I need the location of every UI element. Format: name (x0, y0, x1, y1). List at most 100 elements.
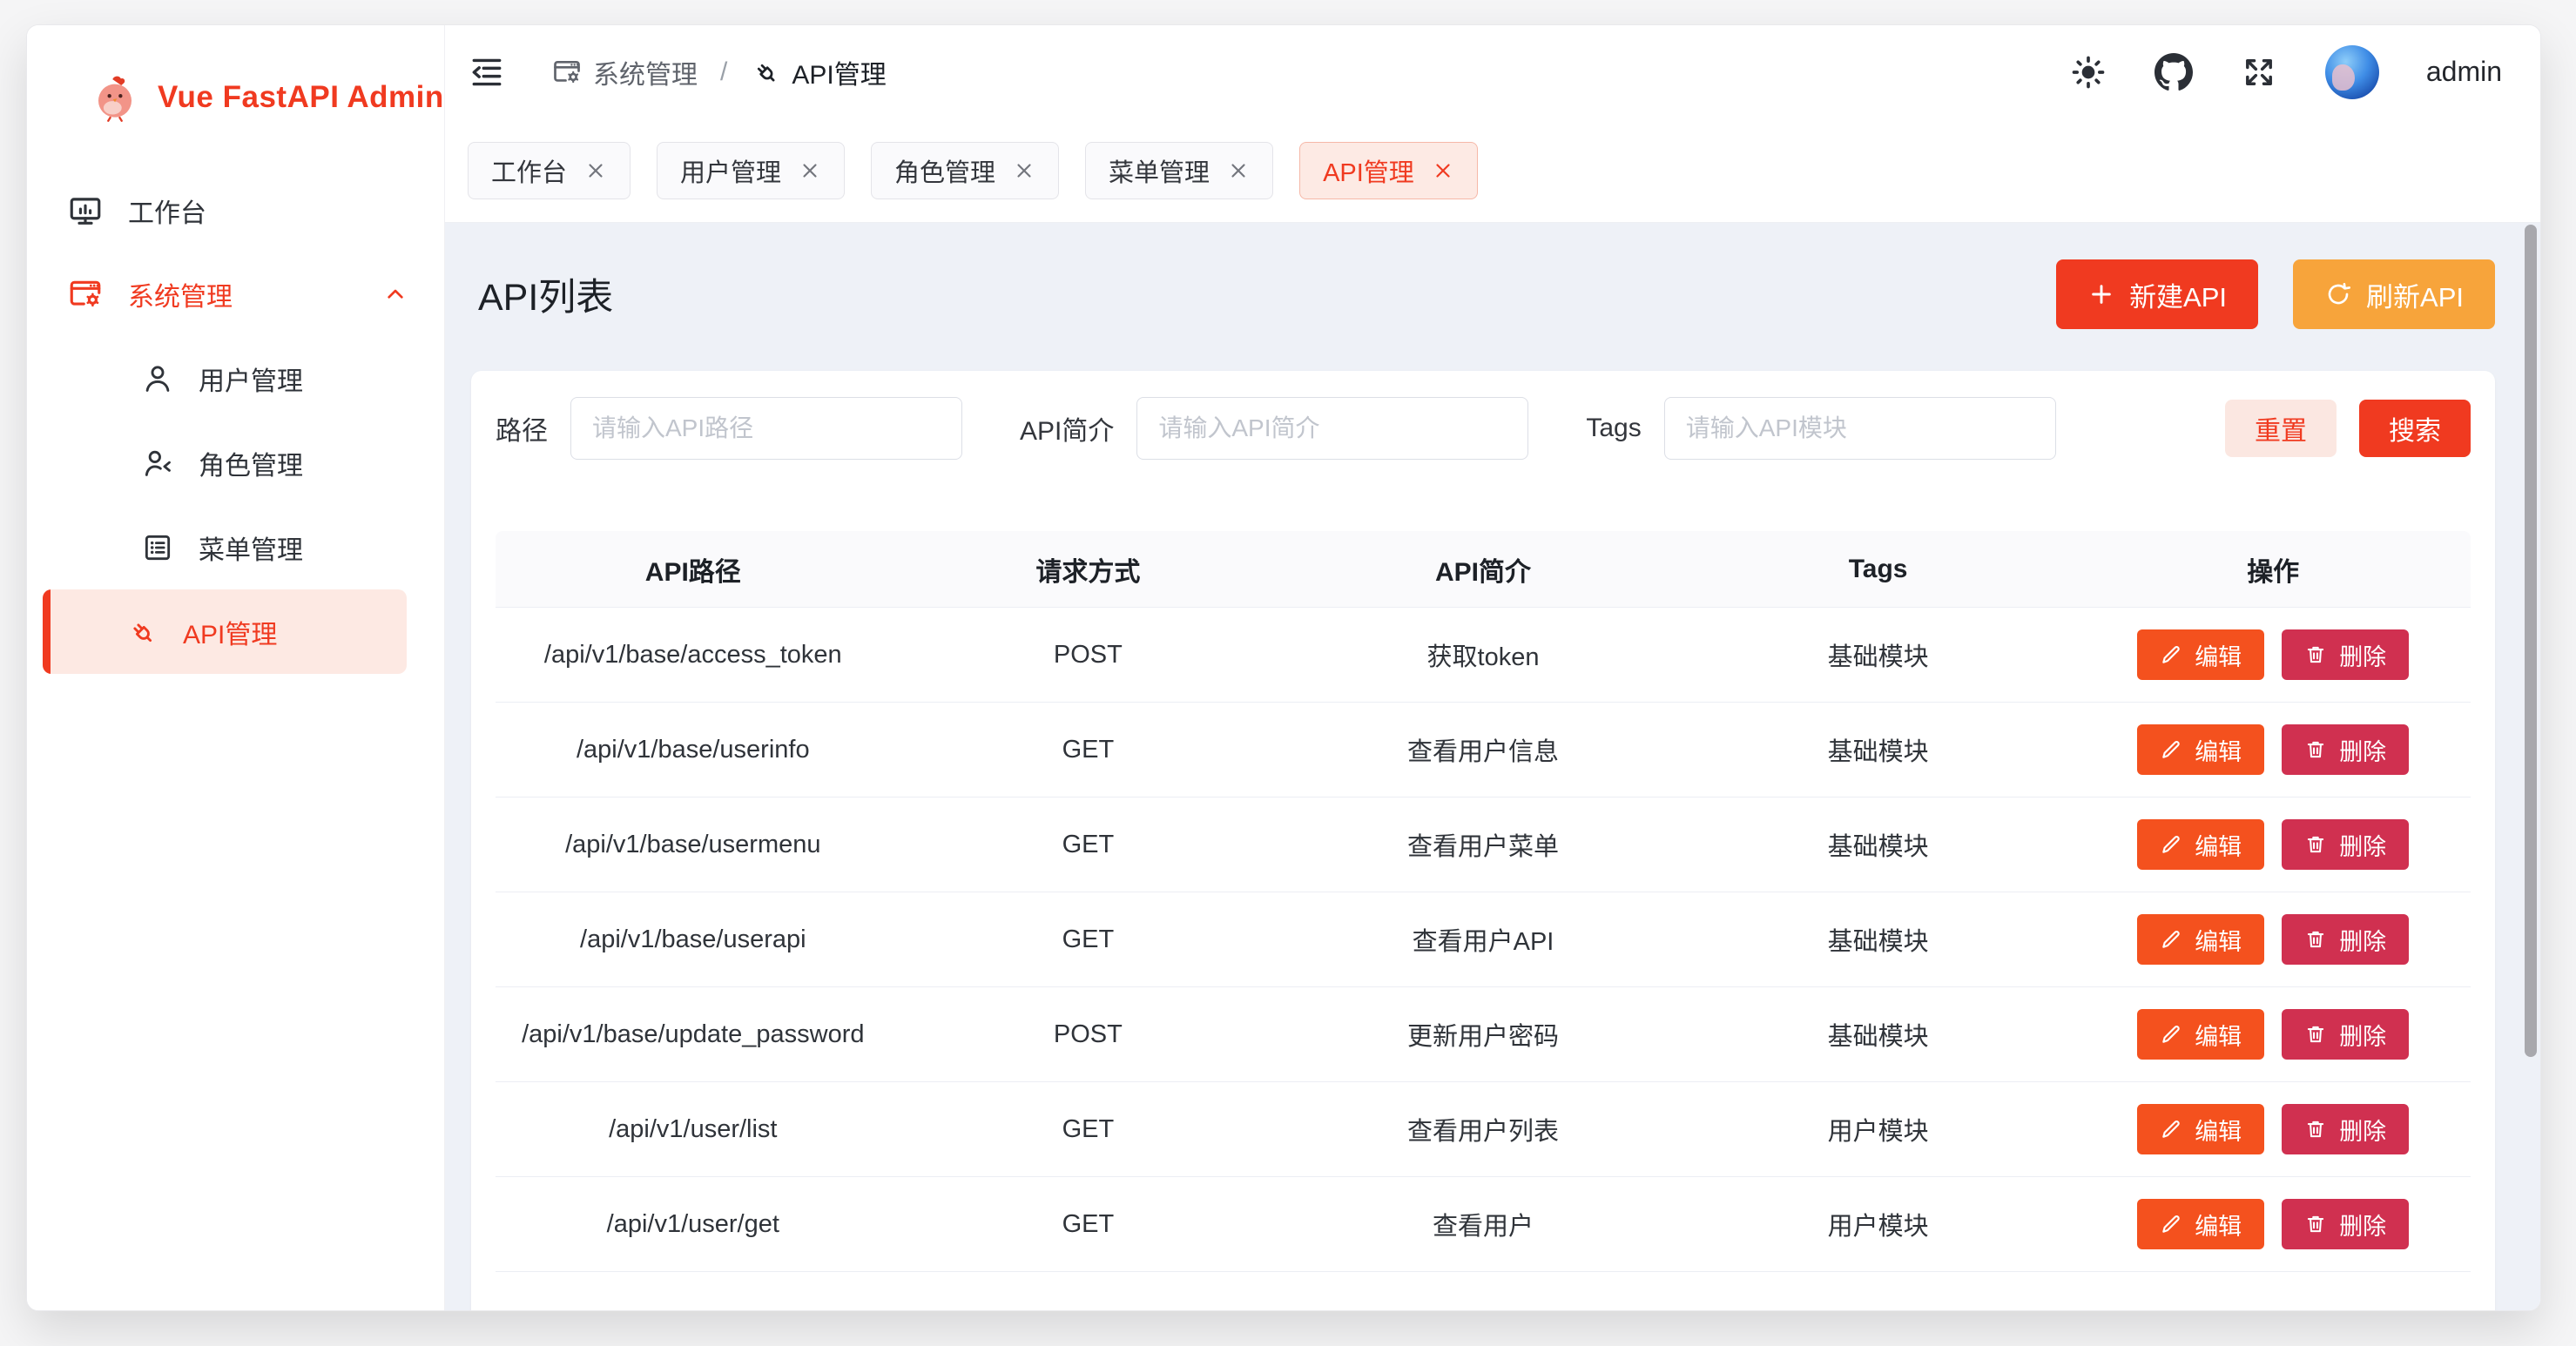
table-row-4: /api/v1/base/update_password POST 更新用户密码… (496, 987, 2471, 1082)
trash-icon (2304, 1023, 2327, 1046)
tab-close-icon[interactable] (799, 159, 821, 182)
delete-button[interactable]: 删除 (2282, 724, 2409, 775)
breadcrumb-system[interactable]: 系统管理 (551, 53, 698, 91)
edit-button[interactable]: 编辑 (2137, 1009, 2264, 1060)
table-header-row: API路径 请求方式 API简介 Tags 操作 (496, 531, 2471, 608)
path-filter-input[interactable] (570, 397, 962, 460)
delete-button[interactable]: 删除 (2282, 1009, 2409, 1060)
sidebar-collapse-icon[interactable] (468, 53, 506, 91)
tab-close-icon[interactable] (1227, 159, 1250, 182)
delete-button[interactable]: 删除 (2282, 1104, 2409, 1154)
pencil-icon (2160, 833, 2182, 856)
breadcrumb: 系统管理 / API管理 (551, 53, 2069, 91)
edit-button[interactable]: 编辑 (2137, 1199, 2264, 1249)
refresh-api-button[interactable]: 刷新API (2293, 259, 2495, 329)
summary-filter-label: API简介 (1020, 409, 1114, 448)
table-row-6: /api/v1/user/get GET 查看用户 用户模块 编辑 (496, 1177, 2471, 1272)
submenu-icon (125, 616, 158, 649)
reset-button[interactable]: 重置 (2225, 400, 2337, 457)
github-icon[interactable] (2155, 53, 2193, 91)
sidebar-subitem-3[interactable]: API管理 (43, 589, 407, 674)
app-window: Vue FastAPI Admin 工作台 系统管理 用户管理 (26, 24, 2541, 1311)
tab-label: 菜单管理 (1109, 152, 1210, 189)
sidebar-subitem-1[interactable]: 角色管理 (43, 421, 407, 505)
tags-filter-input[interactable] (1664, 397, 2056, 460)
table-row-5: /api/v1/user/list GET 查看用户列表 用户模块 编辑 (496, 1082, 2471, 1177)
actions-cell: 编辑 删除 (2075, 892, 2471, 986)
method-cell: GET (891, 1177, 1286, 1271)
tab-close-icon[interactable] (1013, 159, 1035, 182)
sidebar-item-workbench[interactable]: 工作台 (27, 169, 444, 252)
tags-cell: 基础模块 (1681, 703, 2076, 797)
api-path-cell: /api/v1/base/access_token (496, 608, 891, 702)
trash-icon (2304, 1213, 2327, 1235)
tags-filter-label: Tags (1586, 414, 1641, 443)
sidebar-item-label: 工作台 (128, 192, 206, 230)
edit-button[interactable]: 编辑 (2137, 914, 2264, 965)
path-filter-label: 路径 (496, 409, 548, 448)
actions-cell: 编辑 删除 (2075, 703, 2471, 797)
sidebar-submenu: 用户管理 角色管理 菜单管理 API管理 (27, 336, 444, 674)
col-header-tags: Tags (1681, 531, 2076, 607)
fullscreen-icon[interactable] (2240, 53, 2278, 91)
delete-button[interactable]: 删除 (2282, 629, 2409, 680)
method-cell: POST (891, 608, 1286, 702)
search-button[interactable]: 搜索 (2359, 400, 2471, 457)
method-cell: GET (891, 1082, 1286, 1176)
app-title: Vue FastAPI Admin (158, 80, 444, 115)
vertical-scrollbar-thumb[interactable] (2525, 225, 2537, 1057)
submenu-icon (141, 531, 174, 564)
table-row-2: /api/v1/base/usermenu GET 查看用户菜单 基础模块 编辑 (496, 798, 2471, 892)
app-logo[interactable]: Vue FastAPI Admin (27, 25, 444, 169)
api-path-cell: /api/v1/base/update_password (496, 987, 891, 1081)
edit-button[interactable]: 编辑 (2137, 819, 2264, 870)
tags-cell: 基础模块 (1681, 798, 2076, 892)
refresh-icon (2324, 280, 2352, 308)
tab-3[interactable]: 菜单管理 (1085, 142, 1273, 199)
create-api-button[interactable]: 新建API (2056, 259, 2258, 329)
tab-label: 工作台 (491, 152, 567, 189)
trash-icon (2304, 738, 2327, 761)
sidebar-subitem-2[interactable]: 菜单管理 (43, 505, 407, 589)
pencil-icon (2160, 643, 2182, 666)
tags-cell: 基础模块 (1681, 892, 2076, 986)
pencil-icon (2160, 1023, 2182, 1046)
system-icon (67, 276, 104, 313)
delete-button[interactable]: 删除 (2282, 1199, 2409, 1249)
tab-close-icon[interactable] (584, 159, 607, 182)
tab-1[interactable]: 用户管理 (657, 142, 845, 199)
delete-button[interactable]: 删除 (2282, 819, 2409, 870)
tab-4[interactable]: API管理 (1299, 142, 1478, 199)
summary-filter-input[interactable] (1136, 397, 1528, 460)
edit-button[interactable]: 编辑 (2137, 724, 2264, 775)
tabs-bar: 工作台 用户管理 角色管理 菜单管理 (445, 118, 2540, 223)
actions-cell: 编辑 删除 (2075, 1177, 2471, 1271)
monitor-icon (67, 192, 104, 229)
api-path-cell: /api/v1/base/userapi (496, 892, 891, 986)
tab-label: API管理 (1323, 152, 1414, 189)
submenu-icon (141, 362, 174, 395)
summary-cell: 查看用户API (1285, 892, 1681, 986)
summary-cell: 查看用户列表 (1285, 1082, 1681, 1176)
tab-0[interactable]: 工作台 (468, 142, 631, 199)
theme-toggle-sun-icon[interactable] (2069, 53, 2107, 91)
sidebar-subitem-0[interactable]: 用户管理 (43, 336, 407, 421)
edit-button[interactable]: 编辑 (2137, 1104, 2264, 1154)
delete-button[interactable]: 删除 (2282, 914, 2409, 965)
method-cell: GET (891, 703, 1286, 797)
sidebar-item-system[interactable]: 系统管理 (27, 252, 444, 336)
plus-icon (2087, 280, 2115, 308)
trash-icon (2304, 833, 2327, 856)
table-row-0: /api/v1/base/access_token POST 获取token 基… (496, 608, 2471, 703)
user-avatar[interactable] (2325, 45, 2379, 99)
plug-icon (750, 57, 781, 88)
summary-cell: 更新用户密码 (1285, 987, 1681, 1081)
tab-close-icon[interactable] (1432, 159, 1454, 182)
breadcrumb-api[interactable]: API管理 (750, 53, 886, 91)
tab-2[interactable]: 角色管理 (871, 142, 1059, 199)
sidebar-subitem-label: API管理 (183, 613, 277, 651)
username[interactable]: admin (2426, 56, 2502, 88)
method-cell: GET (891, 892, 1286, 986)
actions-cell: 编辑 删除 (2075, 987, 2471, 1081)
edit-button[interactable]: 编辑 (2137, 629, 2264, 680)
